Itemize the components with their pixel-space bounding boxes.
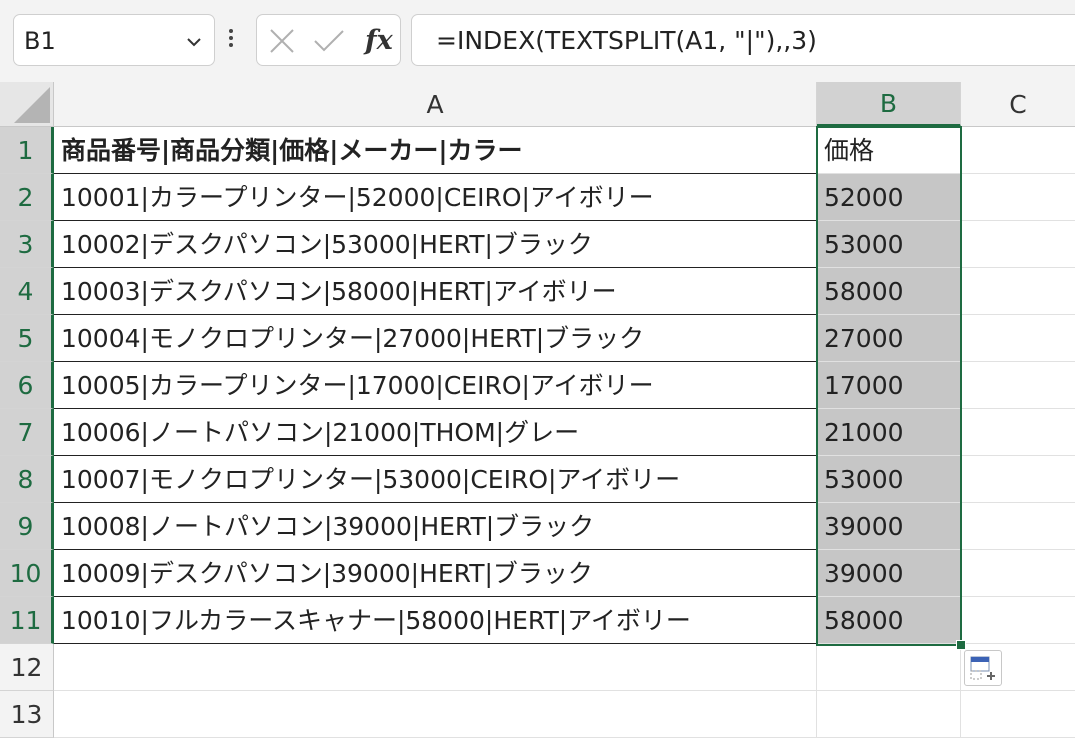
row-header-1[interactable]: 1	[0, 127, 54, 174]
insert-function-icon[interactable]: fx	[365, 25, 393, 56]
formula-bar: B1 fx =INDEX(TEXTSPLIT(A1, "|"),,3)	[0, 0, 1075, 82]
cell-c4[interactable]	[961, 268, 1075, 315]
cell-b4[interactable]: 58000	[817, 268, 961, 315]
cell-a3[interactable]: 10002|デスクパソコン|53000|HERT|ブラック	[54, 221, 817, 268]
row-header-4[interactable]: 4	[0, 268, 54, 315]
row-header-6[interactable]: 6	[0, 362, 54, 409]
cell-a2[interactable]: 10001|カラープリンター|52000|CEIRO|アイボリー	[54, 174, 817, 221]
formula-input[interactable]: =INDEX(TEXTSPLIT(A1, "|"),,3)	[411, 14, 1075, 66]
cell-c5[interactable]	[961, 315, 1075, 362]
cell-c9[interactable]	[961, 503, 1075, 550]
formula-buttons: fx	[256, 14, 401, 66]
cell-a6[interactable]: 10005|カラープリンター|17000|CEIRO|アイボリー	[54, 362, 817, 409]
cell-c6[interactable]	[961, 362, 1075, 409]
cancel-icon[interactable]	[269, 28, 295, 58]
cell-b10[interactable]: 39000	[817, 550, 961, 597]
row-header-7[interactable]: 7	[0, 409, 54, 456]
cell-a12[interactable]	[54, 644, 817, 691]
cell-c13[interactable]	[961, 691, 1075, 738]
cell-b13[interactable]	[817, 691, 961, 738]
cell-c10[interactable]	[961, 550, 1075, 597]
cell-b6[interactable]: 17000	[817, 362, 961, 409]
name-box-value: B1	[24, 27, 56, 55]
cell-a8[interactable]: 10007|モノクロプリンター|53000|CEIRO|アイボリー	[54, 456, 817, 503]
row-header-2[interactable]: 2	[0, 174, 54, 221]
cell-c7[interactable]	[961, 409, 1075, 456]
cell-a5[interactable]: 10004|モノクロプリンター|27000|HERT|ブラック	[54, 315, 817, 362]
row-header-8[interactable]: 8	[0, 456, 54, 503]
cell-b3[interactable]: 53000	[817, 221, 961, 268]
spreadsheet-grid: A B C 1 2 3 4 5 6 7 8 9 10 11 12 13 商品番号…	[0, 82, 1075, 738]
row-header-10[interactable]: 10	[0, 550, 54, 597]
cell-a1[interactable]: 商品番号|商品分類|価格|メーカー|カラー	[54, 127, 817, 174]
quick-analysis-icon[interactable]	[964, 650, 1002, 686]
row-header-3[interactable]: 3	[0, 221, 54, 268]
cell-a13[interactable]	[54, 691, 817, 738]
cell-c8[interactable]	[961, 456, 1075, 503]
formula-text: =INDEX(TEXTSPLIT(A1, "|"),,3)	[436, 26, 817, 55]
name-box[interactable]: B1	[13, 14, 215, 66]
cell-b8[interactable]: 53000	[817, 456, 961, 503]
row-header-11[interactable]: 11	[0, 597, 54, 644]
more-options-icon[interactable]	[229, 29, 235, 50]
select-all-button[interactable]	[0, 82, 54, 127]
cell-b12[interactable]	[817, 644, 961, 691]
column-header-a[interactable]: A	[54, 82, 817, 127]
cell-b7[interactable]: 21000	[817, 409, 961, 456]
cell-c3[interactable]	[961, 221, 1075, 268]
cell-a10[interactable]: 10009|デスクパソコン|39000|HERT|ブラック	[54, 550, 817, 597]
cell-c2[interactable]	[961, 174, 1075, 221]
row-header-9[interactable]: 9	[0, 503, 54, 550]
enter-check-icon[interactable]	[313, 28, 345, 58]
row-header-5[interactable]: 5	[0, 315, 54, 362]
cell-b2[interactable]: 52000	[817, 174, 961, 221]
cell-b11[interactable]: 58000	[817, 597, 961, 644]
cell-c1[interactable]	[961, 127, 1075, 174]
cell-c11[interactable]	[961, 597, 1075, 644]
cell-b5[interactable]: 27000	[817, 315, 961, 362]
chevron-down-icon[interactable]	[186, 33, 202, 52]
cell-a11[interactable]: 10010|フルカラースキャナー|58000|HERT|アイボリー	[54, 597, 817, 644]
column-header-b[interactable]: B	[817, 82, 961, 127]
cell-b1[interactable]: 価格	[817, 127, 961, 174]
row-header-13[interactable]: 13	[0, 691, 54, 738]
cell-a7[interactable]: 10006|ノートパソコン|21000|THOM|グレー	[54, 409, 817, 456]
fill-handle[interactable]	[956, 640, 966, 650]
cell-b9[interactable]: 39000	[817, 503, 961, 550]
column-header-c[interactable]: C	[961, 82, 1075, 127]
cell-a4[interactable]: 10003|デスクパソコン|58000|HERT|アイボリー	[54, 268, 817, 315]
cell-a9[interactable]: 10008|ノートパソコン|39000|HERT|ブラック	[54, 503, 817, 550]
row-header-12[interactable]: 12	[0, 644, 54, 691]
